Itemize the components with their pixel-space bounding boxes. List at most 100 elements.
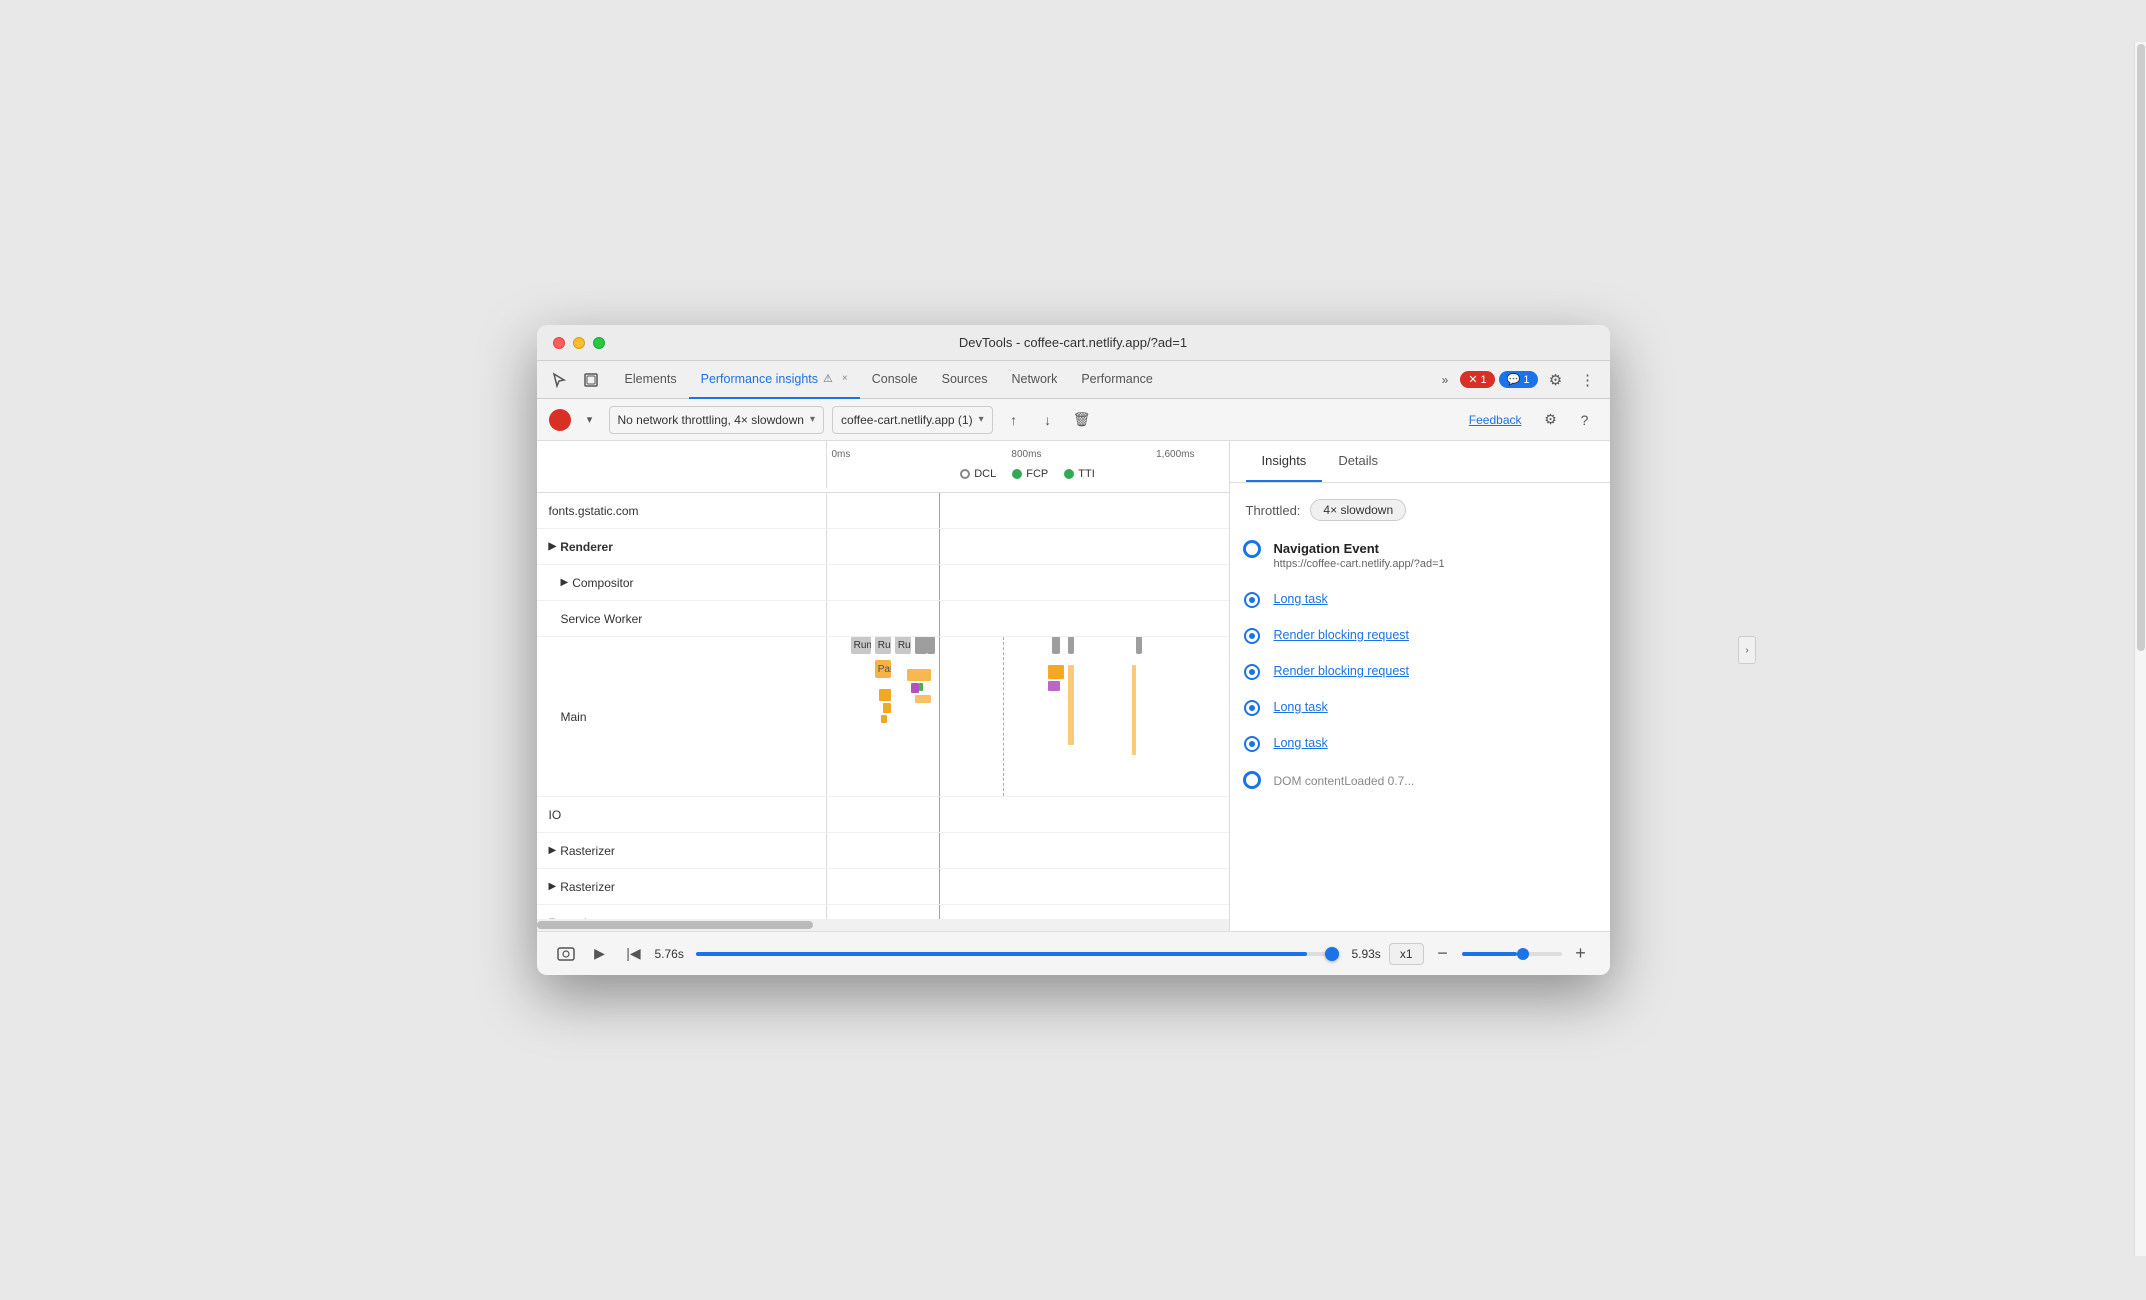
settings-icon-2[interactable]: ⚙ xyxy=(1538,407,1564,433)
cursor-icon[interactable] xyxy=(545,366,573,394)
row-content-main: Run... Ru... Ru... Par... xyxy=(827,637,1229,796)
skip-back-icon[interactable]: |◀ xyxy=(621,941,647,967)
insight-link-long-task-3[interactable]: Long task xyxy=(1274,736,1594,750)
speed-badge[interactable]: x1 xyxy=(1389,943,1424,965)
zoom-slider[interactable] xyxy=(1462,952,1562,956)
tab-insights[interactable]: Insights xyxy=(1246,441,1323,482)
tab-performance-insights[interactable]: Performance insights ⚠ × xyxy=(689,361,860,399)
row-label-main: Main xyxy=(537,637,827,796)
timeline-rows: fonts.gstatic.com ▶ Renderer xyxy=(537,493,1229,919)
row-service-worker: Service Worker xyxy=(537,601,1229,637)
chat-badge[interactable]: 💬 1 xyxy=(1499,371,1538,388)
row-rasterizer-2: ▶ Rasterizer xyxy=(537,869,1229,905)
playback-slider[interactable] xyxy=(696,952,1340,956)
insight-dot-1 xyxy=(1246,594,1258,606)
close-button[interactable] xyxy=(553,337,565,349)
zoom-in-icon[interactable]: + xyxy=(1568,941,1594,967)
milestone-dcl: DCL xyxy=(960,468,996,480)
expand-rasterizer-2[interactable]: ▶ xyxy=(549,881,557,892)
insight-link-long-task-1[interactable]: Long task xyxy=(1274,592,1594,606)
task-parse-1: Par... xyxy=(875,660,891,678)
tab-elements[interactable]: Elements xyxy=(613,361,689,399)
insight-link-long-task-2[interactable]: Long task xyxy=(1274,700,1594,714)
play-icon[interactable]: ▶ xyxy=(587,941,613,967)
task-mid-purple xyxy=(911,683,919,693)
settings-icon[interactable]: ⚙ xyxy=(1542,366,1570,394)
more-tabs-button[interactable]: » xyxy=(1434,373,1457,387)
timeline-scrollbar[interactable] xyxy=(537,919,1229,931)
insight-long-task-1: Long task xyxy=(1274,592,1594,606)
insight-link-render-blocking-2[interactable]: Render blocking request xyxy=(1274,664,1594,678)
task-mid-green xyxy=(919,683,923,691)
zoom-control: x1 − + xyxy=(1389,941,1594,967)
throttle-badge[interactable]: 4× slowdown xyxy=(1310,499,1406,521)
devtools-window: DevTools - coffee-cart.netlify.app/?ad=1… xyxy=(537,325,1610,975)
layers-icon[interactable] xyxy=(577,366,605,394)
task-gray-1 xyxy=(915,637,927,654)
insight-link-render-blocking-1[interactable]: Render blocking request xyxy=(1274,628,1594,642)
tab-network[interactable]: Network xyxy=(999,361,1069,399)
task-gray-3 xyxy=(1052,637,1060,654)
tab-performance[interactable]: Performance xyxy=(1069,361,1165,399)
maximize-button[interactable] xyxy=(593,337,605,349)
milestone-tti: TTI xyxy=(1064,468,1095,480)
timeline-scroll-thumb[interactable] xyxy=(537,921,814,929)
row-io: IO xyxy=(537,797,1229,833)
target-dropdown[interactable]: coffee-cart.netlify.app (1) ▾ xyxy=(832,406,993,434)
expand-compositor[interactable]: ▶ xyxy=(561,577,569,588)
timeline-ruler: 0ms 800ms 1,600ms DCL FCP xyxy=(827,441,1229,488)
task-run-2: Ru... xyxy=(875,637,891,654)
row-content-rasterizer-2 xyxy=(827,869,1229,904)
time-end: 5.93s xyxy=(1351,947,1380,961)
slider-thumb[interactable] xyxy=(1325,947,1339,961)
row-renderer: ▶ Renderer xyxy=(537,529,1229,565)
task-gray-2 xyxy=(927,637,935,654)
tab-sources[interactable]: Sources xyxy=(930,361,1000,399)
insights-timeline: Navigation Event https://coffee-cart.net… xyxy=(1246,541,1594,790)
screenshot-icon[interactable] xyxy=(553,941,579,967)
expand-renderer[interactable]: ▶ xyxy=(549,541,557,552)
tab-close-button[interactable]: × xyxy=(842,373,848,384)
delete-icon[interactable]: 🗑 xyxy=(1069,407,1095,433)
task-yellow-3 xyxy=(881,715,887,723)
row-label-rasterizer-2: ▶ Rasterizer xyxy=(537,869,827,904)
help-icon[interactable]: ? xyxy=(1572,407,1598,433)
minimize-button[interactable] xyxy=(573,337,585,349)
throttle-dropdown[interactable]: No network throttling, 4× slowdown ▾ xyxy=(609,406,824,434)
toolbar: ▾ No network throttling, 4× slowdown ▾ c… xyxy=(537,399,1610,441)
task-run-3: Ru... xyxy=(895,637,911,654)
more-options-icon[interactable]: ⋮ xyxy=(1574,366,1602,394)
record-dropdown[interactable]: ▾ xyxy=(579,409,601,431)
insight-dot-2 xyxy=(1246,630,1258,642)
tab-warning-icon: ⚠ xyxy=(823,372,833,385)
insight-dot-3 xyxy=(1246,666,1258,678)
insight-render-blocking-1: Render blocking request xyxy=(1274,628,1594,642)
insight-nav-url: https://coffee-cart.netlify.app/?ad=1 xyxy=(1274,558,1594,570)
zoom-out-icon[interactable]: − xyxy=(1430,941,1456,967)
feedback-link[interactable]: Feedback xyxy=(1469,413,1522,427)
row-content-compositor xyxy=(827,565,1229,600)
task-gray-4 xyxy=(1068,637,1074,654)
tab-bar-right: » ✕ 1 💬 1 ⚙ ⋮ xyxy=(1434,366,1602,394)
upload-icon[interactable]: ↑ xyxy=(1001,407,1027,433)
zoom-thumb[interactable] xyxy=(1517,948,1529,960)
row-content-renderer xyxy=(827,529,1229,564)
download-icon[interactable]: ↓ xyxy=(1035,407,1061,433)
row-content-io xyxy=(827,797,1229,832)
row-label-renderer: ▶ Renderer xyxy=(537,529,827,564)
task-mid-1 xyxy=(907,669,931,681)
bottom-bar: ▶ |◀ 5.76s 5.93s x1 − + xyxy=(537,931,1610,975)
task-yellow-2 xyxy=(883,703,891,713)
row-label-rasterizer-1: ▶ Rasterizer xyxy=(537,833,827,868)
expand-rasterizer-1[interactable]: ▶ xyxy=(549,845,557,856)
tab-details[interactable]: Details xyxy=(1322,441,1394,482)
row-content-service-worker xyxy=(827,601,1229,636)
throttle-row: Throttled: 4× slowdown xyxy=(1246,499,1594,521)
record-button[interactable] xyxy=(549,409,571,431)
task-yellow-1 xyxy=(879,689,891,701)
error-badge[interactable]: ✕ 1 xyxy=(1460,371,1494,388)
ruler-1600ms: 1,600ms xyxy=(1156,449,1194,460)
row-fonts: fonts.gstatic.com xyxy=(537,493,1229,529)
row-content-rasterizer-3 xyxy=(827,905,1229,919)
tab-console[interactable]: Console xyxy=(860,361,930,399)
